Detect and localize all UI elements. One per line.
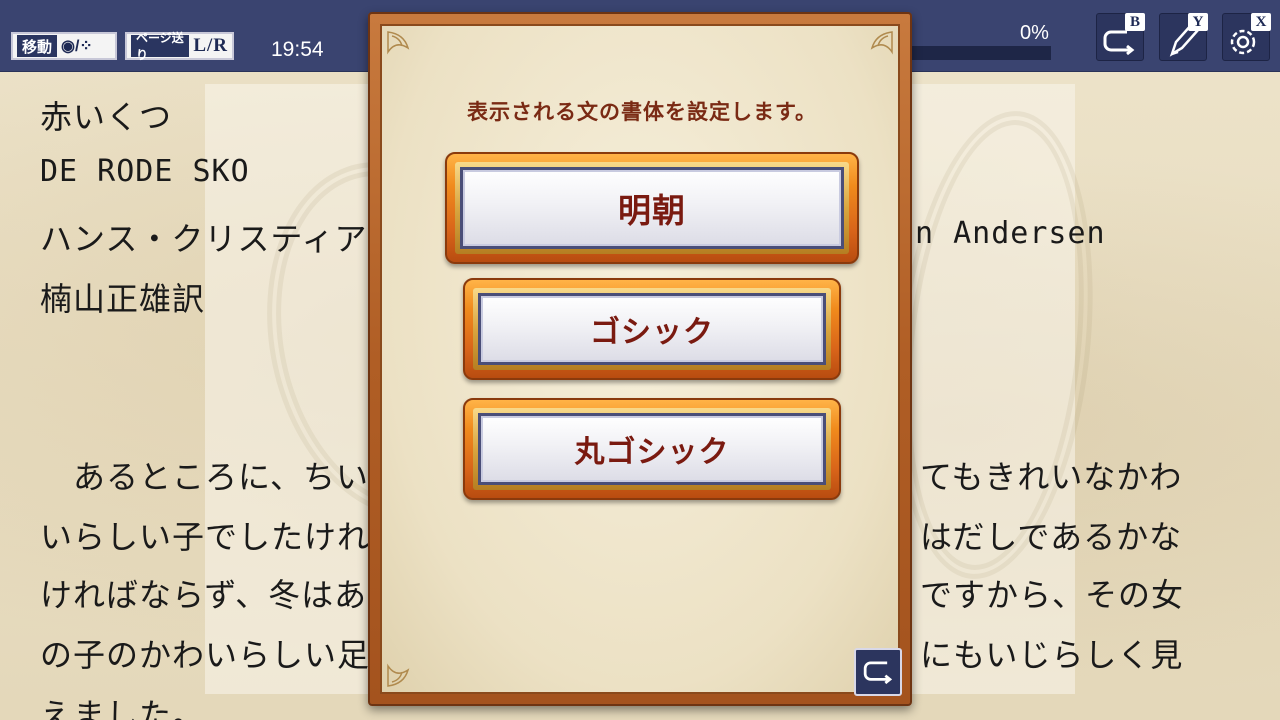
notes-button[interactable]: Y [1159,13,1208,61]
dialog-parchment: 表示される文の書体を設定します。 明朝 ゴシック 丸ゴシック [380,24,902,696]
back-button[interactable]: B [1096,13,1145,61]
key-b: B [1125,13,1145,31]
text-line: あるところに、ちい [40,458,370,496]
page-turn-hint: ページ送り L/R [125,31,234,62]
font-option-label: ゴシック [478,293,826,365]
settings-button[interactable]: X [1222,13,1271,61]
author-line-left: ハンス・クリスティア [40,220,368,258]
page-turn-label: ページ送り [131,31,190,62]
text-line: てもきれいなかわ [920,458,1183,496]
corner-ornament [387,31,410,55]
return-icon [863,661,893,685]
story-original-title: DE RODE SKO [40,154,250,189]
text-line: にもいじらしく見 [920,636,1184,674]
font-option-label: 明朝 [460,167,844,249]
text-line: いらしい子でしたけれ [40,518,371,556]
translator-line: 楠山正雄訳 [40,280,206,318]
clock: 19:54 [271,38,324,61]
option-frame: ゴシック [473,288,831,370]
text-line: ければならず、冬はあ [40,576,368,614]
key-x: X [1251,13,1271,31]
move-hint-glyph: ◉/⁘ [61,38,93,55]
text-line: はだしであるかな [920,518,1183,556]
dialog-back-button[interactable] [854,648,902,696]
corner-ornament [387,663,410,687]
option-frame: 明朝 [455,162,849,254]
text-line: ですから、その女 [920,576,1185,614]
page-turn-keys: L/R [193,35,228,56]
font-option-maru-gothic[interactable]: 丸ゴシック [463,398,841,500]
key-y: Y [1188,13,1208,31]
author-line-right: n Andersen [915,216,1106,251]
move-hint: 移動 ◉/⁘ [11,32,117,60]
text-line: の子のかわいらしい足 [40,636,371,674]
font-option-gothic[interactable]: ゴシック [463,278,841,380]
move-hint-label: 移動 [17,35,58,57]
progress-label: 0% [1020,22,1049,44]
corner-ornament [870,31,893,55]
font-option-label: 丸ゴシック [478,413,826,485]
option-frame: 丸ゴシック [473,408,831,490]
progress-bar [905,46,1051,60]
story-title: 赤いくつ [40,98,173,136]
font-option-mincho[interactable]: 明朝 [445,152,859,264]
font-settings-dialog: 表示される文の書体を設定します。 明朝 ゴシック 丸ゴシック [368,12,912,706]
dialog-title: 表示される文の書体を設定します。 [467,100,817,124]
text-line: えました。 [40,696,206,720]
